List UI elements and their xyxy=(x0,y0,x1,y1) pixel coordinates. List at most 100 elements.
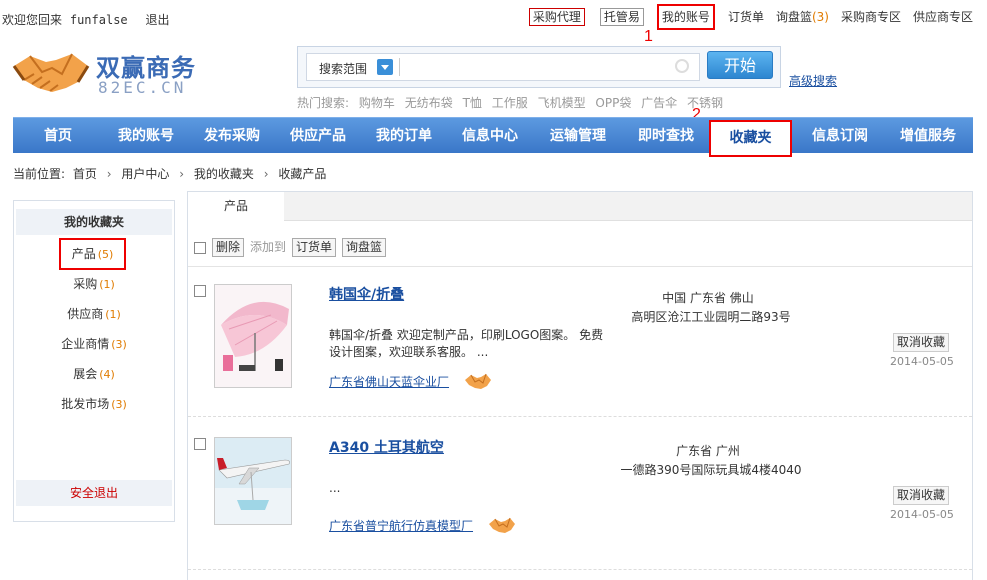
hot-term[interactable]: 无纺布袋 xyxy=(405,96,453,110)
add-to-order-button[interactable]: 订货单 xyxy=(292,238,337,257)
hot-term[interactable]: OPP袋 xyxy=(595,96,631,110)
add-to-label: 添加到 xyxy=(250,240,287,254)
sidebar-item-business-news[interactable]: 企业商情 (3) xyxy=(14,335,174,352)
welcome-text: 欢迎您回来 xyxy=(2,13,63,27)
breadcrumb-user-center[interactable]: 用户中心 xyxy=(121,167,169,181)
nav-transport[interactable]: 运输管理 xyxy=(533,118,623,154)
row-checkbox[interactable] xyxy=(194,438,206,450)
favorites-panel: 产品 删除 添加到 订货单 询盘篮 韩国伞/折叠 韩国伞/折叠 欢迎定制产品，印… xyxy=(187,191,973,580)
breadcrumb-label: 当前位置: xyxy=(13,167,66,181)
inquiry-basket-label: 询盘篮 xyxy=(775,10,812,24)
sidebar-item-label: 展会 xyxy=(73,367,98,381)
breadcrumb-my-favorites[interactable]: 我的收藏夹 xyxy=(194,167,254,181)
chevron-down-icon[interactable] xyxy=(377,59,393,75)
tab-products[interactable]: 产品 xyxy=(188,192,284,221)
hot-term[interactable]: 不锈钢 xyxy=(687,96,723,110)
order-list-link[interactable]: 订货单 xyxy=(722,4,770,30)
top-links: 采购代理 托管易 我的账号 订货单 询盘篮(3) 采购商专区 供应商专区 xyxy=(520,4,979,30)
inquiry-basket-count: (3) xyxy=(811,10,829,24)
product-title[interactable]: 韩国伞/折叠 xyxy=(329,284,404,304)
nav-my-account[interactable]: 我的账号 xyxy=(103,118,189,154)
search-divider xyxy=(399,58,400,76)
sidebar-item-suppliers[interactable]: 供应商 (1) xyxy=(14,305,174,322)
sidebar-item-exhibitions[interactable]: 展会 (4) xyxy=(14,365,174,382)
company-link[interactable]: 广东省佛山天蓝伞业厂 xyxy=(329,373,449,390)
logout-link[interactable]: 退出 xyxy=(145,13,169,27)
search-icon xyxy=(675,59,689,73)
hot-term[interactable]: 购物车 xyxy=(359,96,395,110)
breadcrumb: 当前位置: 首页 › 用户中心 › 我的收藏夹 › 收藏产品 xyxy=(13,165,326,182)
nav-instant-find[interactable]: 即时查找 xyxy=(623,118,709,154)
delete-button[interactable]: 删除 xyxy=(212,238,245,257)
nav-post-purchase[interactable]: 发布采购 xyxy=(189,118,275,154)
product-location: 广东省 广州 xyxy=(676,444,740,458)
sidebar-item-count: (1) xyxy=(105,308,121,321)
umbrella-image-icon xyxy=(215,285,291,387)
inquiry-basket-link[interactable]: 询盘篮(3) xyxy=(770,4,835,30)
favorite-date: 2014-05-05 xyxy=(890,508,954,521)
search-button[interactable]: 开始 xyxy=(707,51,773,79)
product-location: 中国 广东省 佛山 xyxy=(662,291,754,305)
row-checkbox[interactable] xyxy=(194,285,206,297)
hot-term[interactable]: T恤 xyxy=(463,96,482,110)
row-divider xyxy=(188,569,972,570)
safe-exit-button[interactable]: 安全退出 xyxy=(16,480,172,506)
nav-info-center[interactable]: 信息中心 xyxy=(447,118,533,154)
product-address: 一德路390号国际玩具城4楼4040 xyxy=(620,463,802,477)
sidebar-item-count: (3) xyxy=(111,398,127,411)
product-row: 韩国伞/折叠 韩国伞/折叠 欢迎定制产品，印刷LOGO图案。 免费设计图案，欢迎… xyxy=(188,267,972,417)
unfavorite-button[interactable]: 取消收藏 xyxy=(893,333,950,352)
search-input[interactable] xyxy=(403,56,693,78)
purchase-agent-link[interactable]: 采购代理 xyxy=(528,8,585,26)
advanced-search-link[interactable]: 高级搜索 xyxy=(789,72,837,89)
site-logo[interactable]: 双赢商务 82EC.CN xyxy=(12,44,202,100)
favorites-sidebar: 我的收藏夹 产品 (5) 采购 (1) 供应商 (1) 企业商情 (3) 展会 (4) 批… xyxy=(13,200,175,522)
nav-favorites[interactable]: 收藏夹 xyxy=(709,120,792,157)
nav-value-added[interactable]: 增值服务 xyxy=(883,118,973,154)
favorite-date: 2014-05-05 xyxy=(890,355,954,368)
unfavorite-button[interactable]: 取消收藏 xyxy=(893,486,950,505)
sidebar-item-count: (5) xyxy=(97,248,114,261)
row-divider xyxy=(188,416,972,417)
main-nav: 首页 我的账号 发布采购 供应产品 我的订单 信息中心 运输管理 即时查找 收藏… xyxy=(13,117,973,157)
nav-subscription[interactable]: 信息订阅 xyxy=(797,118,883,154)
breadcrumb-current: 收藏产品 xyxy=(278,167,327,181)
sidebar-item-purchases[interactable]: 采购 (1) xyxy=(14,275,174,292)
hot-term[interactable]: 飞机模型 xyxy=(538,96,586,110)
handshake-logo-icon xyxy=(12,53,90,92)
add-to-inquiry-button[interactable]: 询盘篮 xyxy=(342,238,387,257)
supplier-zone-link[interactable]: 供应商专区 xyxy=(907,4,979,30)
product-description: 韩国伞/折叠 欢迎定制产品，印刷LOGO图案。 免费设计图案，欢迎联系客服。 .… xyxy=(329,328,604,359)
list-toolbar: 删除 添加到 订货单 询盘篮 xyxy=(194,238,387,257)
nav-home[interactable]: 首页 xyxy=(13,118,103,154)
product-image-umbrella[interactable] xyxy=(214,284,292,388)
hot-term[interactable]: 工作服 xyxy=(492,96,528,110)
breadcrumb-home[interactable]: 首页 xyxy=(73,167,97,181)
handshake-icon[interactable] xyxy=(488,516,516,534)
hot-term[interactable]: 广告伞 xyxy=(641,96,677,110)
sidebar-item-label: 批发市场 xyxy=(61,397,110,411)
product-description: ... xyxy=(329,481,341,495)
sidebar-item-wholesale[interactable]: 批发市场 (3) xyxy=(14,395,174,412)
buyer-zone-link[interactable]: 采购商专区 xyxy=(835,4,907,30)
select-all-checkbox[interactable] xyxy=(194,241,206,254)
sidebar-item-label: 采购 xyxy=(73,277,98,291)
product-row: A340 土耳其航空 ... 广东省普宁航行仿真模型厂 广东省 广州 一德路39… xyxy=(188,420,972,570)
handshake-icon[interactable] xyxy=(464,372,492,390)
annotation-1: 1 xyxy=(644,28,653,45)
search-scope-label[interactable]: 搜索范围 xyxy=(319,60,367,77)
sidebar-item-count: (4) xyxy=(99,368,115,381)
escrow-link[interactable]: 托管易 xyxy=(599,8,644,26)
nav-my-orders[interactable]: 我的订单 xyxy=(361,118,447,154)
product-image-airplane[interactable] xyxy=(214,437,292,525)
product-title[interactable]: A340 土耳其航空 xyxy=(329,437,444,457)
search-field-wrapper: 搜索范围 xyxy=(306,53,700,81)
my-account-link[interactable]: 我的账号 xyxy=(656,4,715,30)
logo-domain: 82EC.CN xyxy=(98,78,187,97)
breadcrumb-separator: › xyxy=(179,167,185,181)
hot-searches: 热门搜索: 购物车 无纺布袋 T恤 工作服 飞机模型 OPP袋 广告伞 不锈钢 xyxy=(297,94,729,111)
sidebar-item-products[interactable]: 产品 (5) xyxy=(59,238,126,270)
sidebar-item-count: (3) xyxy=(111,338,127,351)
company-link[interactable]: 广东省普宁航行仿真模型厂 xyxy=(329,517,473,534)
nav-supply-products[interactable]: 供应产品 xyxy=(275,118,361,154)
